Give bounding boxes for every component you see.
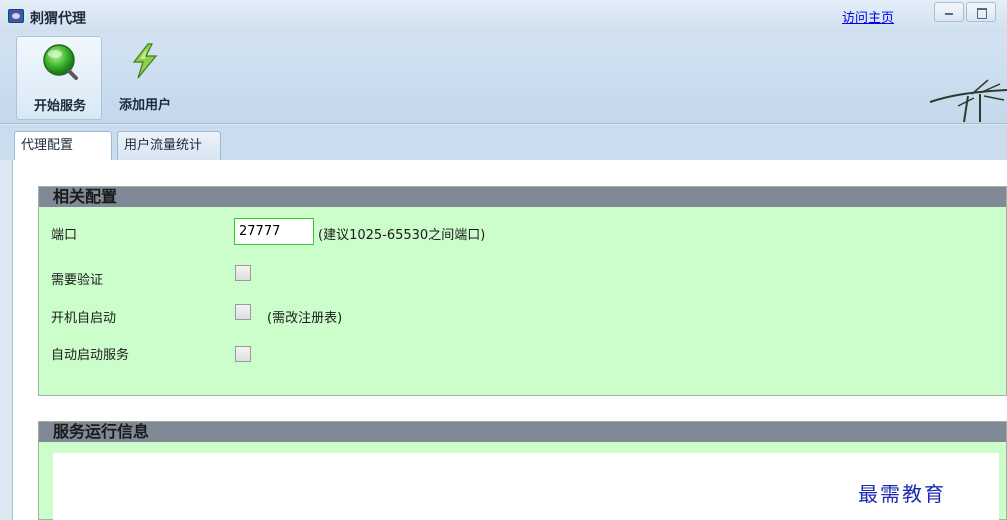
bamboo-icon — [929, 79, 1007, 123]
service-info-title: 服务运行信息 — [39, 422, 1006, 442]
tab-user-traffic-stats[interactable]: 用户流量统计 — [117, 131, 221, 160]
search-icon — [43, 44, 78, 80]
auth-label: 需要验证 — [51, 273, 104, 288]
tab-proxy-config[interactable]: 代理配置 — [14, 131, 112, 161]
minimize-button[interactable] — [934, 2, 964, 22]
visit-homepage-link[interactable]: 访问主页 — [842, 7, 894, 26]
title-bar: 刺猬代理 访问主页 — [0, 0, 1007, 34]
maximize-button[interactable] — [966, 2, 996, 22]
port-input[interactable] — [234, 218, 314, 245]
start-service-label: 开始服务 — [33, 99, 86, 114]
app-logo-icon — [8, 9, 24, 23]
autostart-checkbox[interactable] — [235, 304, 251, 320]
toolbar: 开始服务 添加用户 — [0, 34, 1007, 124]
config-panel-title: 相关配置 — [39, 187, 1006, 207]
window-controls — [934, 2, 998, 24]
tab-bar: 代理配置 用户流量统计 — [0, 125, 1007, 161]
add-user-label: 添加用户 — [118, 98, 171, 113]
autostart-hint: (需改注册表) — [267, 311, 343, 326]
app-title: 刺猬代理 — [30, 11, 86, 27]
port-hint: (建议1025-65530之间端口) — [318, 228, 486, 243]
port-label: 端口 — [51, 228, 78, 243]
watermark: 最需教育 — [858, 482, 946, 506]
start-service-button[interactable]: 开始服务 — [16, 36, 102, 120]
autoservice-label: 自动启动服务 — [51, 348, 130, 363]
lightning-bolt-icon — [132, 43, 158, 79]
config-panel: 相关配置 端口 (建议1025-65530之间端口) 需要验证 开机自启动 (需… — [38, 186, 1007, 396]
add-user-button[interactable]: 添加用户 — [102, 36, 188, 120]
autostart-label: 开机自启动 — [51, 311, 117, 326]
auth-checkbox[interactable] — [235, 265, 251, 281]
autoservice-checkbox[interactable] — [235, 346, 251, 362]
